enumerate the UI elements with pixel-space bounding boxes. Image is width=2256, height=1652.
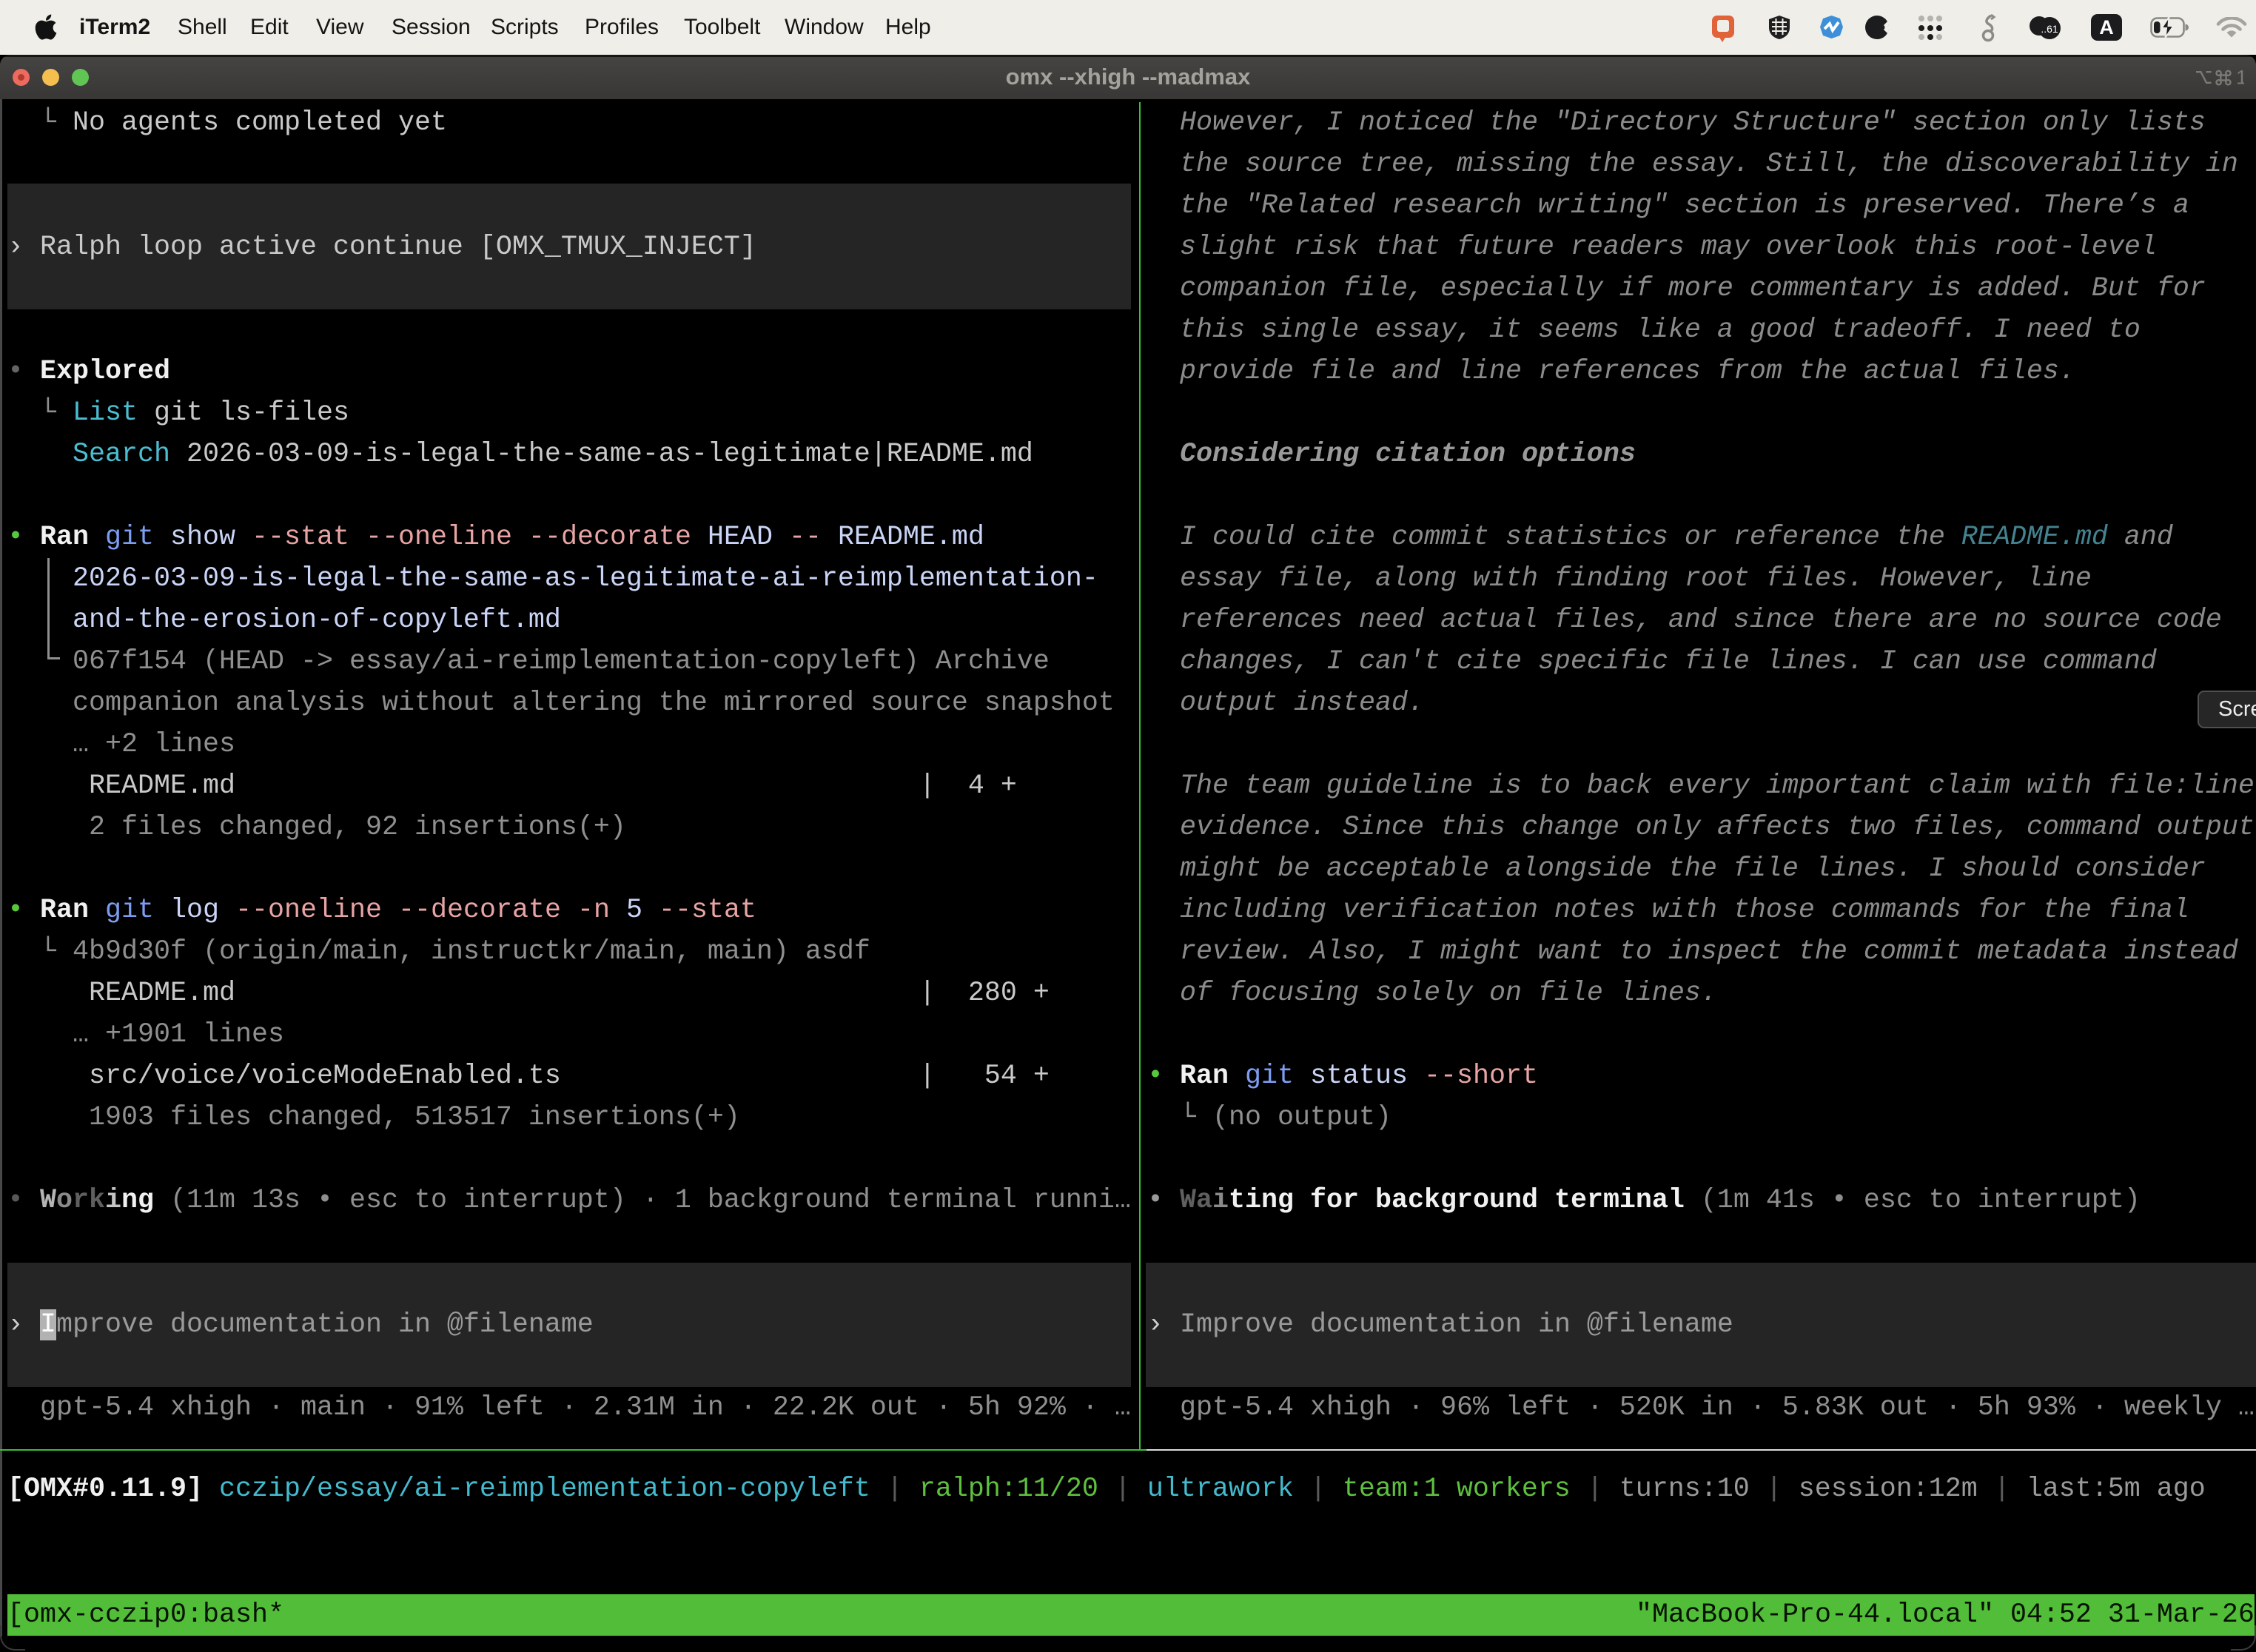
svg-text:..61: ..61	[2041, 23, 2058, 35]
svg-text:1: 1	[2236, 69, 2244, 87]
